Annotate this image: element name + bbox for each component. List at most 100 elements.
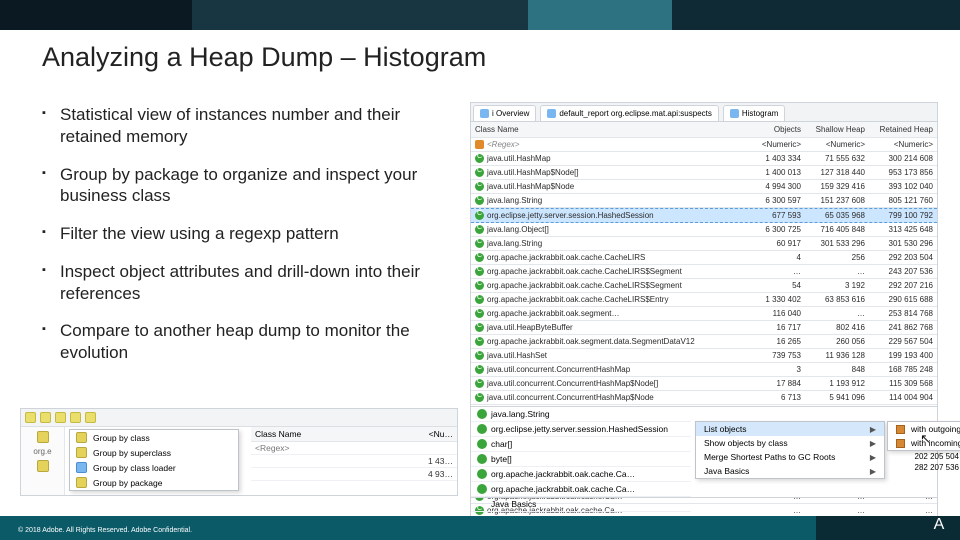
histogram-row[interactable]: org.eclipse.jetty.server.session.HashedS… <box>471 208 937 223</box>
histogram-icon <box>730 109 739 118</box>
class-icon <box>477 424 487 434</box>
histogram-row[interactable]: org.apache.jackrabbit.oak.cache.CacheLIR… <box>471 251 937 265</box>
groupby-sidebar: org.e <box>21 427 65 495</box>
tab-histogram[interactable]: Histogram <box>723 105 785 121</box>
histogram-row[interactable]: java.lang.String6 300 597151 237 608805 … <box>471 194 937 208</box>
class-icon <box>76 432 87 443</box>
class-icon <box>475 323 484 332</box>
class-icon <box>475 295 484 304</box>
class-icon <box>475 267 484 276</box>
cursor-icon: ↖ <box>920 431 931 447</box>
ctx-left-row[interactable]: org.eclipse.jetty.server.session.HashedS… <box>471 422 691 437</box>
adobe-logo-icon: A <box>930 516 948 534</box>
tab-report[interactable]: default_report org.eclipse.mat.api:suspe… <box>540 105 719 121</box>
incoming-icon <box>896 439 905 448</box>
class-icon <box>475 168 484 177</box>
bullet-item: Compare to another heap dump to monitor … <box>42 320 462 364</box>
menu-group-by-package[interactable]: Group by package <box>70 475 238 490</box>
info-icon <box>480 109 489 118</box>
histogram-row[interactable]: java.util.HashMap$Node[]1 400 013127 318… <box>471 166 937 180</box>
groupby-table: Class Name <Nu… <Regex> 1 43… 4 93… <box>251 427 457 495</box>
chevron-right-icon: ▶ <box>870 439 876 448</box>
histogram-header: Class Name Objects Shallow Heap Retained… <box>471 122 937 138</box>
ctx-left-row[interactable]: Java Basics <box>471 497 691 512</box>
class-icon <box>475 393 484 402</box>
ctx-right-numbers: 202 205 504 282 207 536 <box>887 451 960 473</box>
ctx-left-row[interactable]: java.lang.String <box>471 407 691 422</box>
toolbar-icon[interactable] <box>40 412 51 423</box>
ctx-menu-show-by-class[interactable]: Show objects by class▶ <box>696 436 884 450</box>
package-icon <box>76 477 87 488</box>
toolbar-icon[interactable] <box>25 412 36 423</box>
regex-icon <box>475 140 484 149</box>
tab-overview[interactable]: i Overview <box>473 105 536 121</box>
toolbar-icon[interactable] <box>70 412 81 423</box>
groupby-sidebar-label: org.e <box>33 447 51 456</box>
class-icon <box>477 469 487 479</box>
package-icon[interactable] <box>37 460 49 472</box>
editor-tabs: i Overview default_report org.eclipse.ma… <box>471 103 937 122</box>
histogram-row[interactable]: java.util.HashMap1 403 33471 555 632300 … <box>471 152 937 166</box>
bullet-item: Statistical view of instances number and… <box>42 104 462 148</box>
bullet-item: Inspect object attributes and drill-down… <box>42 261 462 305</box>
regex-filter-row[interactable]: <Regex> <Numeric> <Numeric> <Numeric> <box>471 138 937 152</box>
package-icon[interactable] <box>37 431 49 443</box>
histogram-row[interactable]: org.apache.jackrabbit.oak.cache.CacheLIR… <box>471 293 937 307</box>
gb-col-classname[interactable]: Class Name <box>251 427 409 441</box>
ctx-left-row[interactable]: byte[] <box>471 452 691 467</box>
ctx-menu-gc-roots[interactable]: Merge Shortest Paths to GC Roots▶ <box>696 450 884 464</box>
class-icon <box>475 351 484 360</box>
ctx-left-row[interactable]: char[] <box>471 437 691 452</box>
class-icon <box>475 225 484 234</box>
class-icon <box>475 379 484 388</box>
report-icon <box>547 109 556 118</box>
class-icon <box>475 309 484 318</box>
class-icon <box>475 154 484 163</box>
col-objects[interactable]: Objects <box>747 122 805 137</box>
histogram-row[interactable]: org.apache.jackrabbit.oak.cache.CacheLIR… <box>471 279 937 293</box>
footer-band: © 2018 Adobe. All Rights Reserved. Adobe… <box>0 516 960 540</box>
slide-root: Analyzing a Heap Dump – Histogram Statis… <box>0 0 960 540</box>
slide-title: Analyzing a Heap Dump – Histogram <box>42 42 486 73</box>
context-panel: java.lang.String org.eclipse.jetty.serve… <box>470 406 938 498</box>
histogram-row[interactable]: java.util.HashSet739 75311 936 128199 19… <box>471 349 937 363</box>
histogram-row[interactable]: org.apache.jackrabbit.oak.segment.data.S… <box>471 335 937 349</box>
context-menu: List objects▶ Show objects by class▶ Mer… <box>695 421 885 479</box>
gb-col-num[interactable]: <Nu… <box>409 427 457 441</box>
ctx-left-row[interactable]: org.apache.jackrabbit.oak.cache.Ca… <box>471 467 691 482</box>
bullet-item: Group by package to organize and inspect… <box>42 164 462 208</box>
class-icon <box>477 484 487 494</box>
histogram-row[interactable]: java.util.HeapByteBuffer16 717802 416241… <box>471 321 937 335</box>
ctx-left-list: java.lang.String org.eclipse.jetty.serve… <box>471 407 691 497</box>
class-icon <box>475 182 484 191</box>
menu-group-by-classloader[interactable]: Group by class loader <box>70 460 238 475</box>
col-shallow[interactable]: Shallow Heap <box>805 122 869 137</box>
histogram-row[interactable]: java.util.concurrent.ConcurrentHashMap38… <box>471 363 937 377</box>
histogram-row[interactable]: java.lang.Object[]6 300 725716 405 84831… <box>471 223 937 237</box>
class-icon <box>475 281 484 290</box>
class-icon <box>477 439 487 449</box>
ctx-left-row[interactable]: org.apache.jackrabbit.oak.cache.Ca… <box>471 482 691 497</box>
class-icon <box>477 454 487 464</box>
histogram-row[interactable]: java.util.concurrent.ConcurrentHashMap$N… <box>471 391 937 405</box>
col-classname[interactable]: Class Name <box>471 122 747 137</box>
blank-icon <box>477 499 487 509</box>
histogram-row[interactable]: java.lang.String60 917301 533 296301 530… <box>471 237 937 251</box>
toolbar-icon[interactable] <box>85 412 96 423</box>
ctx-menu-list-objects[interactable]: List objects▶ <box>696 422 884 436</box>
histogram-row[interactable]: java.util.concurrent.ConcurrentHashMap$N… <box>471 377 937 391</box>
histogram-row[interactable]: java.util.HashMap$Node4 994 300159 329 4… <box>471 180 937 194</box>
menu-group-by-superclass[interactable]: Group by superclass <box>70 445 238 460</box>
groupby-toolbar <box>21 409 457 427</box>
class-icon <box>475 337 484 346</box>
footer-copyright: © 2018 Adobe. All Rights Reserved. Adobe… <box>18 527 192 534</box>
histogram-row[interactable]: org.apache.jackrabbit.oak.cache.CacheLIR… <box>471 265 937 279</box>
decorative-top-band <box>0 0 960 30</box>
col-retained[interactable]: Retained Heap <box>869 122 937 137</box>
class-icon <box>475 196 484 205</box>
ctx-menu-java-basics[interactable]: Java Basics▶ <box>696 464 884 478</box>
toolbar-icon[interactable] <box>55 412 66 423</box>
chevron-right-icon: ▶ <box>870 453 876 462</box>
menu-group-by-class[interactable]: Group by class <box>70 430 238 445</box>
histogram-row[interactable]: org.apache.jackrabbit.oak.segment…116 04… <box>471 307 937 321</box>
